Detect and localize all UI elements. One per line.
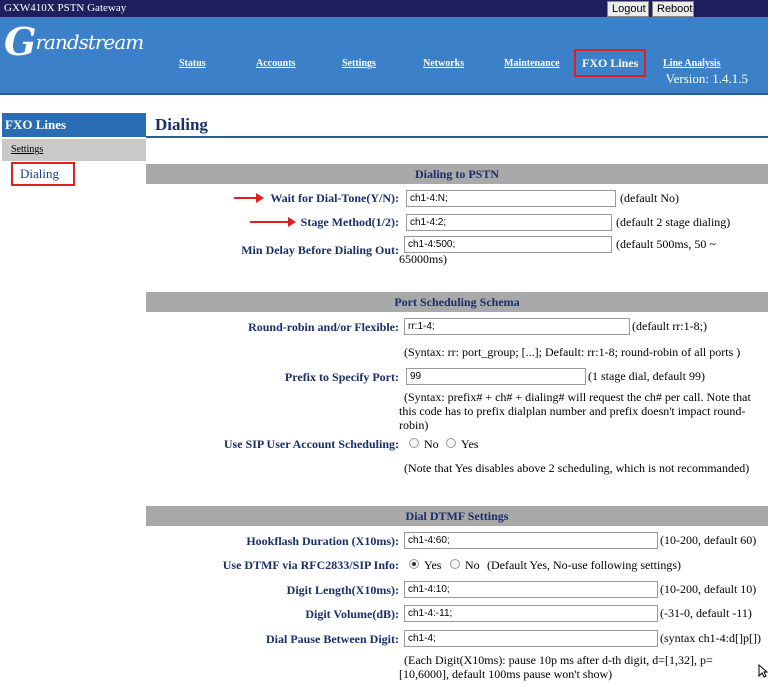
- sidebar-heading: FXO Lines: [2, 113, 146, 137]
- min-delay-input[interactable]: ch1-4:500;: [404, 236, 612, 253]
- reboot-button[interactable]: Reboot: [652, 1, 694, 17]
- digit-volume-note: (-31-0, default -11): [660, 606, 752, 620]
- nav-accounts[interactable]: Accounts: [256, 58, 295, 69]
- round-robin-input[interactable]: rr:1-4;: [404, 318, 630, 335]
- hookflash-note: (10-200, default 60): [660, 533, 757, 547]
- prefix-port-input[interactable]: 99: [406, 368, 586, 385]
- title-divider: [146, 136, 768, 138]
- page-title: Dialing: [155, 115, 208, 134]
- min-delay-note: (default 500ms, 50 ~: [616, 237, 716, 251]
- logout-button[interactable]: Logout: [607, 1, 649, 17]
- use-dtmf-yes-label: Yes: [424, 558, 442, 572]
- sip-scheduling-yes-label: Yes: [461, 437, 479, 451]
- wait-dial-tone-note: (default No): [620, 191, 679, 205]
- stage-method-note: (default 2 stage dialing): [616, 215, 731, 229]
- section-dialing-to-pstn: Dialing to PSTN: [146, 164, 768, 184]
- hookflash-label: Hookflash Duration (X10ms):: [246, 534, 399, 548]
- nav-line-analysis[interactable]: Line Analysis: [663, 58, 721, 69]
- digit-length-label: Digit Length(X10ms):: [286, 583, 399, 597]
- sip-scheduling-label: Use SIP User Account Scheduling:: [223, 437, 399, 451]
- stage-method-label: Stage Method(1/2):: [300, 215, 399, 229]
- dial-pause-syntax: (Each Digit(X10ms): pause 10p ms after d…: [399, 653, 713, 681]
- nav-status[interactable]: Status: [179, 58, 206, 69]
- digit-volume-input[interactable]: ch1-4:-11;: [404, 605, 658, 622]
- wait-dial-tone-label: Wait for Dial-Tone(Y/N):: [270, 191, 399, 205]
- round-robin-syntax: (Syntax: rr: port_group; [...]; Default:…: [404, 345, 741, 359]
- sip-scheduling-note: (Note that Yes disables above 2 scheduli…: [404, 461, 750, 475]
- section-port-scheduling: Port Scheduling Schema: [146, 292, 768, 312]
- prefix-port-syntax: (Syntax: prefix# + ch# + dialing# will r…: [399, 390, 751, 432]
- use-dtmf-label: Use DTMF via RFC2833/SIP Info:: [222, 558, 399, 572]
- grandstream-logo: Grandstream: [4, 19, 144, 64]
- digit-length-note: (10-200, default 10): [660, 582, 757, 596]
- use-dtmf-no-label: No: [465, 558, 480, 572]
- mouse-cursor-icon: [758, 664, 768, 678]
- red-arrow-icon: [234, 193, 264, 203]
- sidebar-item-dialing[interactable]: Dialing: [11, 162, 75, 186]
- firmware-version: Version: 1.4.1.5: [665, 71, 748, 86]
- prefix-port-label: Prefix to Specify Port:: [284, 370, 399, 384]
- round-robin-note: (default rr:1-8;): [632, 319, 707, 333]
- digit-volume-label: Digit Volume(dB):: [305, 607, 399, 621]
- round-robin-label: Round-robin and/or Flexible:: [248, 320, 399, 334]
- hookflash-input[interactable]: ch1-4:60;: [404, 532, 658, 549]
- header-divider: [0, 93, 768, 95]
- nav-settings[interactable]: Settings: [342, 58, 376, 69]
- dial-pause-input[interactable]: ch1-4;: [404, 630, 658, 647]
- nav-networks[interactable]: Networks: [423, 58, 464, 69]
- dial-pause-label: Dial Pause Between Digit:: [266, 632, 399, 646]
- section-dial-dtmf: Dial DTMF Settings: [146, 506, 768, 526]
- min-delay-note-cont: 65000ms): [399, 252, 447, 266]
- sip-scheduling-no-radio[interactable]: [409, 438, 419, 448]
- use-dtmf-no-radio[interactable]: [450, 559, 460, 569]
- min-delay-label: Min Delay Before Dialing Out:: [241, 243, 399, 257]
- use-dtmf-yes-radio[interactable]: [409, 559, 419, 569]
- digit-length-input[interactable]: ch1-4:10;: [404, 581, 658, 598]
- wait-dial-tone-input[interactable]: ch1-4:N;: [406, 190, 616, 207]
- nav-fxo-lines[interactable]: FXO Lines: [574, 49, 647, 77]
- use-dtmf-note: (Default Yes, No-use following settings): [487, 558, 681, 572]
- prefix-port-note: (1 stage dial, default 99): [588, 369, 705, 383]
- sip-scheduling-no-label: No: [424, 437, 439, 451]
- stage-method-input[interactable]: ch1-4:2;: [406, 214, 612, 231]
- app-title: GXW410X PSTN Gateway: [4, 2, 127, 14]
- dial-pause-note: (syntax ch1-4:d[]p[]): [660, 631, 761, 645]
- nav-maintenance[interactable]: Maintenance: [504, 58, 560, 69]
- red-arrow-icon: [250, 217, 296, 227]
- sidebar-settings-link[interactable]: Settings: [2, 139, 146, 161]
- sip-scheduling-yes-radio[interactable]: [446, 438, 456, 448]
